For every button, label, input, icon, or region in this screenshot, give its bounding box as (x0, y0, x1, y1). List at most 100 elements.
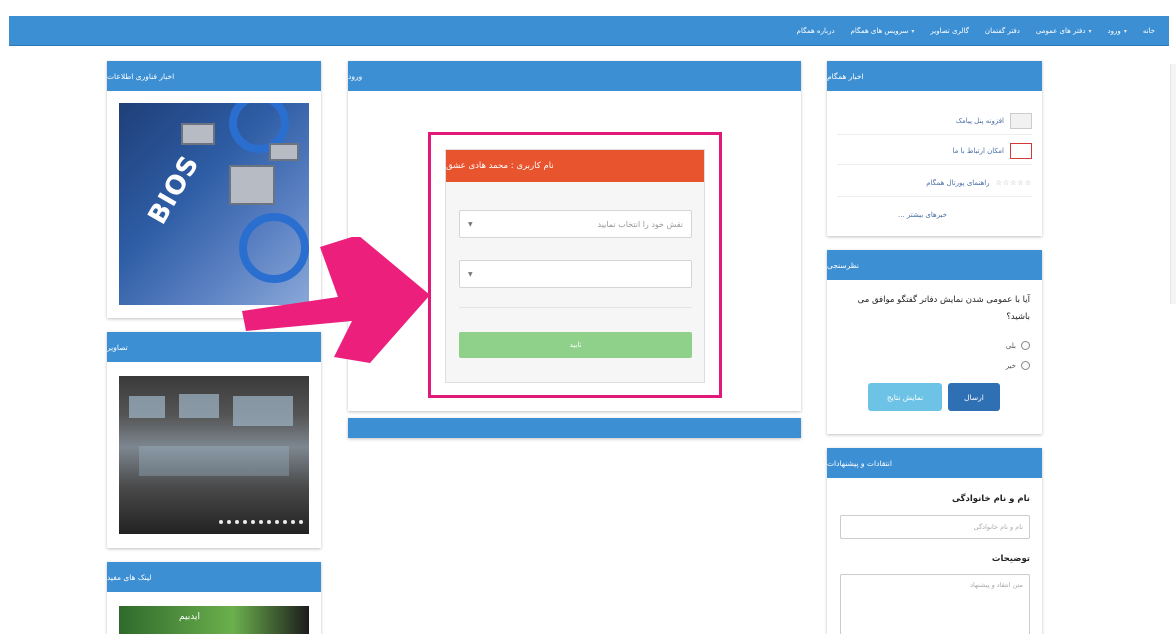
name-input-placeholder: نام و نام خانوادگی (973, 523, 1023, 531)
pointer-arrow-icon (242, 237, 430, 363)
slider-dot[interactable] (243, 520, 247, 524)
description-field-label: توضیحات (991, 554, 1030, 564)
card-header: نام کاربری : محمد هادی عشق (446, 150, 704, 182)
chevron-down-icon: ▾ (1123, 27, 1127, 35)
confirm-button[interactable]: تایید (459, 332, 692, 358)
news-item-title: امکان ارتباط با ما (952, 146, 1004, 155)
link-banner[interactable]: ایدبیم (119, 606, 309, 634)
news-thumbnail (1010, 142, 1032, 159)
nav-menu: خانه ورود ▾ دفتر های عمومی ▾ دفتر گفتمان گ… (797, 16, 1155, 46)
nav-item-login[interactable]: ورود ▾ (1108, 27, 1127, 35)
gallery-photo[interactable] (119, 376, 309, 534)
slider-dot[interactable] (227, 520, 231, 524)
news-item[interactable]: افزونه پنل پیامک (837, 107, 1032, 135)
name-input[interactable]: نام و نام خانوادگی (840, 515, 1030, 539)
poll-option-label: خیر (1005, 361, 1016, 370)
radio-button[interactable] (1021, 341, 1030, 350)
nav-item-public-offices[interactable]: دفتر های عمومی ▾ (1036, 27, 1092, 35)
panel-title: اخبار همگام (827, 71, 864, 81)
top-navbar: خانه ورود ▾ دفتر های عمومی ▾ دفتر گفتمان گ… (9, 16, 1169, 46)
panel-title: ورود (348, 71, 363, 81)
news-item-title: راهنمای پورتال همگام (926, 178, 990, 187)
name-field-label: نام و نام خانوادگی (951, 494, 1030, 504)
news-thumbnail (1010, 112, 1032, 129)
slider-dot[interactable] (291, 520, 295, 524)
slider-dot[interactable] (251, 520, 255, 524)
poll-question: آیا با عمومی شدن نمایش دفاتر گفتگو موافق… (857, 295, 1030, 322)
slider-dot[interactable] (283, 520, 287, 524)
nav-item-label: سرویس های همگام (850, 27, 909, 35)
window-shape (233, 396, 293, 426)
nav-item-label: خانه (1142, 27, 1155, 35)
dropdown-arrow-icon: ▼ (468, 220, 473, 228)
nav-item-about[interactable]: درباره همگام (797, 27, 835, 35)
feedback-panel: انتقادات و پیشنهادات نام و نام خانوادگی … (827, 448, 1042, 634)
panel-header: اخبار فناوری اطلاعات (107, 61, 321, 91)
chip-shape (269, 143, 299, 161)
secondary-select[interactable]: ▼ (459, 260, 692, 288)
nav-item-label: دفتر های عمومی (1035, 27, 1086, 35)
radio-button[interactable] (1021, 361, 1030, 370)
role-select-placeholder: نقش خود را انتخاب نمایید (597, 219, 684, 229)
confirm-button-label: تایید (569, 341, 582, 349)
panel-header: نظرسنجی (827, 250, 1042, 280)
news-item[interactable]: امکان ارتباط با ما (837, 137, 1032, 165)
window-shape (129, 396, 165, 418)
panel-header: لینک های مفید (107, 562, 321, 592)
slider-dot[interactable] (275, 520, 279, 524)
dropdown-arrow-icon: ▼ (468, 270, 473, 278)
nav-item-label: ورود (1107, 27, 1121, 35)
nav-item-services[interactable]: سرویس های همگام ▾ (851, 27, 915, 35)
chip-shape (181, 123, 215, 145)
more-news-link[interactable]: خبرهای بیشتر ... (898, 211, 947, 219)
poll-panel: نظرسنجی آیا با عمومی شدن نمایش دفاتر گفت… (827, 250, 1042, 434)
banner-caption: ایدبیم (179, 612, 200, 622)
show-results-button[interactable]: نمایش نتایج (868, 383, 942, 411)
bios-label: BIOS (142, 150, 206, 230)
nav-item-label: دفتر گفتمان (984, 27, 1020, 35)
description-textarea[interactable]: متن انتقاد و پیشنهاد (840, 574, 1030, 634)
window-shape (179, 394, 219, 418)
description-placeholder: متن انتقاد و پیشنهاد (970, 581, 1023, 589)
divider (459, 307, 692, 308)
role-select[interactable]: نقش خود را انتخاب نمایید ▼ (459, 210, 692, 238)
chevron-down-icon: ▾ (1088, 27, 1092, 35)
panel-title: انتقادات و پیشنهادات (827, 458, 892, 468)
news-item-title: افزونه پنل پیامک (955, 116, 1004, 125)
nav-item-discourse[interactable]: دفتر گفتمان (985, 27, 1020, 35)
login-panel-footer (348, 418, 801, 438)
nav-item-label: گالری تصاویر (930, 27, 969, 35)
slider-dot[interactable] (299, 520, 303, 524)
panel-header: انتقادات و پیشنهادات (827, 448, 1042, 478)
news-item[interactable]: راهنمای پورتال همگام ☆☆☆☆☆ (837, 169, 1032, 197)
poll-option-label: بلی (1005, 341, 1016, 350)
panel-title: اخبار فناوری اطلاعات (107, 71, 175, 81)
nav-item-home[interactable]: خانه (1143, 27, 1155, 35)
hamgam-news-panel: اخبار همگام افزونه پنل پیامک امکان ارتبا… (827, 61, 1042, 236)
nav-item-label: درباره همگام (796, 27, 835, 35)
slider-dot[interactable] (259, 520, 263, 524)
page-scrollbar[interactable] (1170, 64, 1176, 304)
send-vote-button[interactable]: ارسال (948, 383, 1000, 411)
desk-shape (139, 446, 289, 476)
nav-item-gallery[interactable]: گالری تصاویر (930, 27, 969, 35)
slider-dots[interactable] (219, 520, 303, 524)
poll-option-yes[interactable]: بلی (1006, 341, 1030, 350)
slider-dot[interactable] (219, 520, 223, 524)
show-results-label: نمایش نتایج (886, 392, 924, 402)
rating-stars-icon: ☆☆☆☆☆ (995, 178, 1032, 187)
panel-title: لینک های مفید (107, 572, 152, 582)
chevron-down-icon: ▾ (911, 27, 915, 35)
slider-dot[interactable] (267, 520, 271, 524)
slider-dot[interactable] (235, 520, 239, 524)
username-label: نام کاربری : محمد هادی عشق (446, 161, 554, 171)
poll-option-no[interactable]: خیر (1006, 361, 1030, 370)
chip-shape (229, 165, 275, 205)
panel-title: نظرسنجی (827, 260, 860, 270)
panel-title: تصاویر (107, 342, 128, 352)
send-vote-label: ارسال (964, 392, 984, 402)
useful-links-panel: لینک های مفید ایدبیم (107, 562, 321, 634)
panel-header: ورود (348, 61, 801, 91)
panel-header: اخبار همگام (827, 61, 1042, 91)
role-select-card: نام کاربری : محمد هادی عشق نقش خود را ان… (445, 149, 705, 383)
